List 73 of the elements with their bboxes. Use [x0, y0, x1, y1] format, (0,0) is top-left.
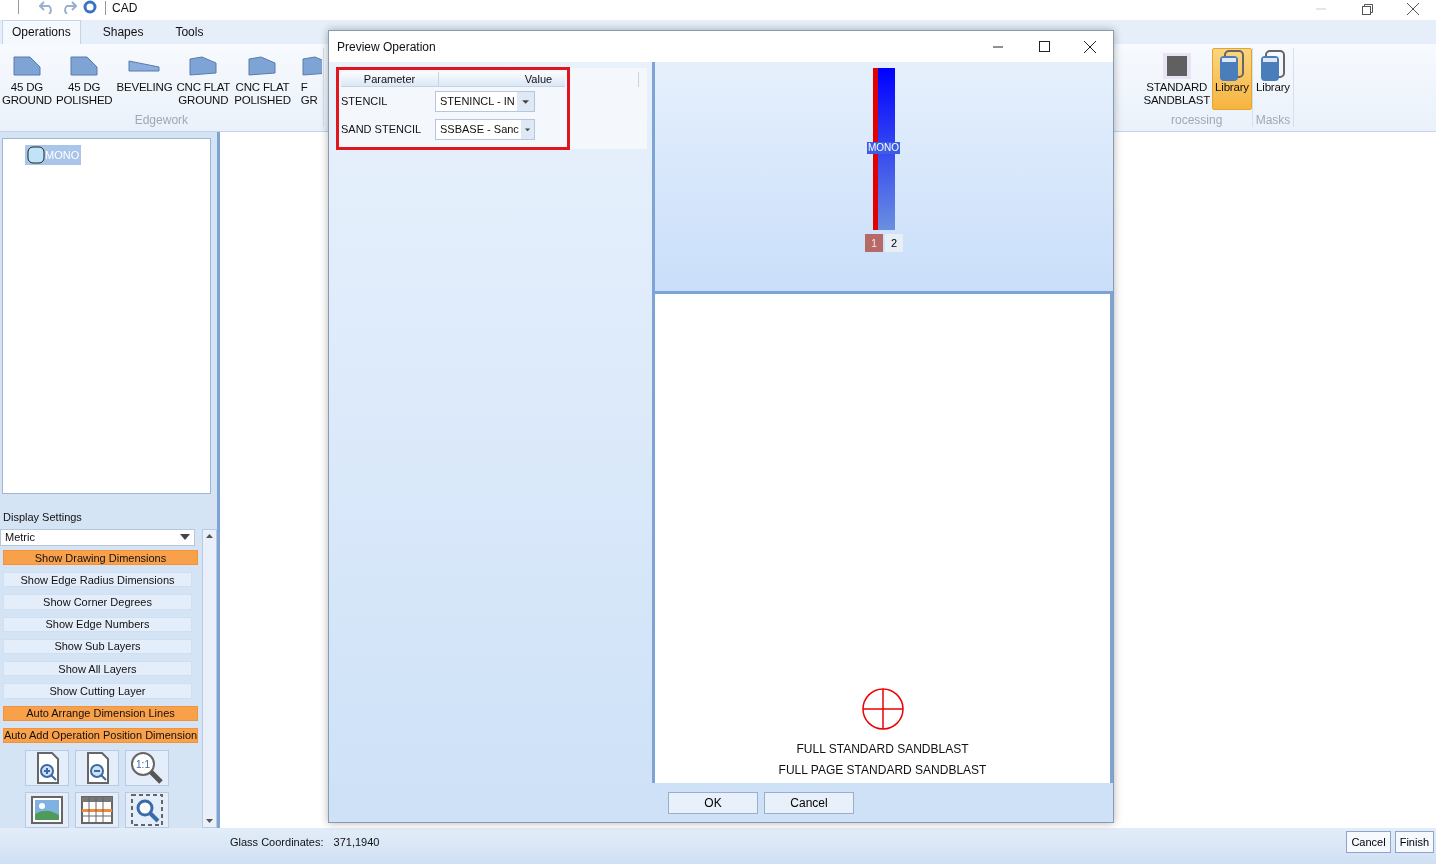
picture-icon	[30, 795, 64, 825]
shape-label: MONO	[867, 142, 901, 154]
group-label: Edgework	[134, 113, 189, 127]
bevel-icon	[127, 59, 162, 73]
dialog-button[interactable]: OK	[668, 791, 758, 814]
shape-icon	[27, 146, 45, 164]
group-label: Masks	[1255, 113, 1291, 127]
crosshair-icon	[860, 687, 905, 731]
ribbon-tab[interactable]: Shapes	[92, 20, 154, 44]
window-title: CAD	[105, 1, 138, 15]
ribbon-button[interactable]: 45 DG POLISHED	[53, 48, 115, 110]
ribbon-button[interactable]: 45 DG GROUND	[0, 48, 54, 110]
parameter-name: STENCIL	[341, 95, 389, 107]
toggle-button[interactable]: Show Edge Radius Dimensions	[3, 572, 192, 588]
ribbon-tab[interactable]: Tools	[165, 20, 214, 44]
bevel-icon	[69, 55, 100, 77]
section-title: Display Settings	[3, 511, 83, 523]
bevel-icon	[11, 55, 42, 77]
caret-icon	[520, 119, 534, 139]
scrollbar[interactable]	[202, 529, 217, 828]
book-icon	[1219, 50, 1245, 82]
toggle-button[interactable]: Show All Layers	[3, 661, 192, 677]
ribbon-button[interactable]: BEVELING	[114, 48, 175, 110]
units-dropdown[interactable]: Metric	[0, 529, 195, 546]
ribbon-button[interactable]: CNC FLAT POLISHED	[232, 48, 293, 110]
toggle-button[interactable]: Show Sub Layers	[3, 638, 192, 655]
page-tab[interactable]: 2	[885, 234, 903, 252]
operation-label: FULL PAGE STANDARD SANDBLAST	[778, 762, 987, 779]
footer-button[interactable]: Cancel	[1346, 831, 1391, 853]
dialog-button[interactable]: Cancel	[764, 791, 854, 814]
value-dropdown[interactable]: SSBASE - Sanc	[435, 118, 535, 140]
ribbon-button[interactable]: STANDARD SANDBLAST	[1141, 48, 1212, 110]
toggle-button[interactable]: Show Edge Numbers	[3, 616, 192, 632]
maximize-icon[interactable]	[1038, 41, 1050, 52]
close-icon[interactable]	[1407, 3, 1419, 15]
ribbon-tab[interactable]: Operations	[2, 20, 81, 44]
flat-edge-icon	[300, 55, 322, 77]
toggle-button[interactable]: Show Cutting Layer	[3, 683, 192, 699]
column-header: Parameter	[341, 72, 439, 87]
flat-edge-icon	[247, 55, 278, 77]
ribbon-button[interactable]: Library	[1212, 48, 1252, 110]
caret-icon	[516, 91, 534, 111]
column-header: Value	[439, 72, 639, 87]
flat-edge-icon	[188, 55, 219, 77]
status-label: Glass Coordinates:	[230, 836, 324, 848]
toggle-button[interactable]: Show Drawing Dimensions	[3, 549, 198, 566]
parameter-name: SAND STENCIL	[341, 123, 423, 135]
toggle-button[interactable]: Auto Add Operation Position Dimension	[3, 727, 198, 743]
caret-icon	[180, 534, 190, 541]
ribbon-button[interactable]: F GR	[298, 48, 323, 110]
ribbon-button[interactable]: CNC FLAT GROUND	[174, 48, 233, 110]
square-icon	[1161, 52, 1192, 80]
dialog-title: Preview Operation	[337, 39, 436, 54]
footer-button[interactable]: Finish	[1394, 831, 1434, 853]
restore-icon[interactable]	[1361, 3, 1373, 15]
toggle-button[interactable]: Auto Arrange Dimension Lines	[3, 705, 198, 721]
tool-button[interactable]	[75, 792, 119, 828]
tool-button[interactable]	[75, 750, 119, 786]
ribbon-button[interactable]: Library	[1253, 48, 1293, 110]
close-icon[interactable]	[1084, 40, 1096, 53]
toggle-button[interactable]: Show Corner Degrees	[3, 594, 192, 610]
minimize-icon[interactable]	[993, 45, 1003, 48]
grid-icon	[80, 795, 114, 825]
refresh-icon[interactable]	[83, 0, 97, 14]
tool-button[interactable]	[25, 750, 69, 786]
status-value: 371,1940	[333, 836, 380, 848]
tool-button[interactable]	[125, 792, 169, 828]
value-dropdown[interactable]: STENINCL - IN	[435, 90, 535, 112]
operation-label: FULL STANDARD SANDBLAST	[796, 741, 969, 758]
book-icon	[1260, 50, 1286, 82]
tool-button[interactable]	[25, 792, 69, 828]
zoom-region-icon	[130, 793, 164, 827]
group-label: rocessing	[1171, 113, 1223, 127]
